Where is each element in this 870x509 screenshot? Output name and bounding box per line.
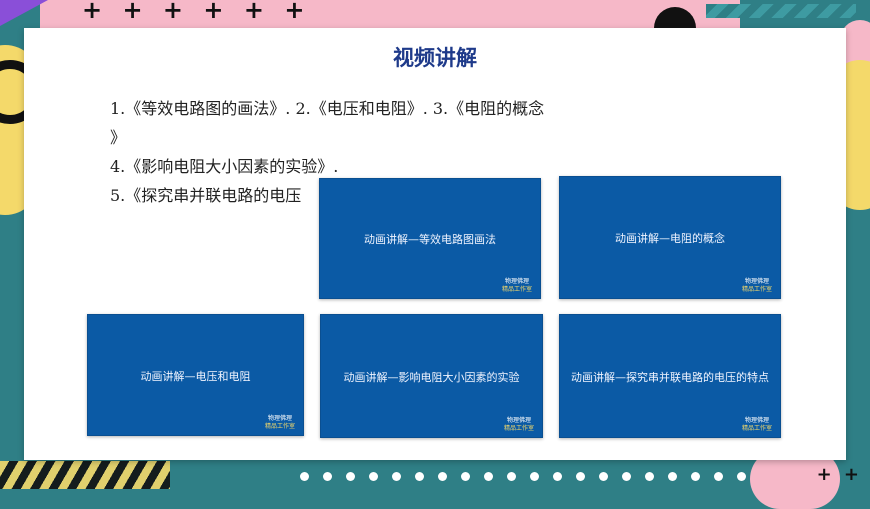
video-label: 动画讲解—等效电路图画法	[364, 233, 496, 247]
slide-card: 视频讲解 1.《等效电路图的画法》. 2.《电压和电阻》. 3.《电阻的概念 》…	[24, 28, 846, 460]
dot-row-bottom	[300, 472, 746, 481]
plus-decoration-top: + + + + + +	[82, 0, 311, 24]
brand-watermark: 物理佛理 精品工作室	[501, 278, 532, 293]
video-thumbnail-voltage-resistance[interactable]: 动画讲解—电压和电阻 物理佛理 精品工作室	[87, 314, 304, 436]
slide-title: 视频讲解	[393, 46, 477, 70]
video-label: 动画讲解—电阻的概念	[615, 232, 725, 246]
video-thumbnail-equivalent-circuit[interactable]: 动画讲解—等效电路图画法 物理佛理 精品工作室	[319, 178, 541, 299]
video-thumbnail-resistance-factors[interactable]: 动画讲解—影响电阻大小因素的实验 物理佛理 精品工作室	[320, 314, 543, 438]
video-label: 动画讲解—探究串并联电路的电压的特点	[571, 370, 769, 384]
list-item: 》	[110, 128, 127, 147]
plus-decoration-bottom: + +	[816, 464, 862, 485]
video-label: 动画讲解—电压和电阻	[140, 369, 251, 383]
video-thumbnail-series-parallel-voltage[interactable]: 动画讲解—探究串并联电路的电压的特点 物理佛理 精品工作室	[559, 314, 781, 438]
list-item: 1.《等效电路图的画法》. 2.《电压和电阻》. 3.《电阻的概念	[110, 99, 545, 118]
brand-watermark: 物理佛理 精品工作室	[741, 278, 772, 293]
brand-watermark: 物理佛理 精品工作室	[741, 417, 772, 432]
brand-watermark: 物理佛理 精品工作室	[503, 417, 534, 432]
video-label: 动画讲解—影响电阻大小因素的实验	[343, 370, 520, 384]
bg-zigzag-top-right	[706, 4, 856, 18]
bg-stripes-bottom-left	[0, 461, 170, 489]
bg-purple-triangle	[0, 0, 48, 26]
video-thumbnail-resistance-concept[interactable]: 动画讲解—电阻的概念 物理佛理 精品工作室	[559, 176, 781, 299]
brand-watermark: 物理佛理 精品工作室	[264, 415, 295, 430]
